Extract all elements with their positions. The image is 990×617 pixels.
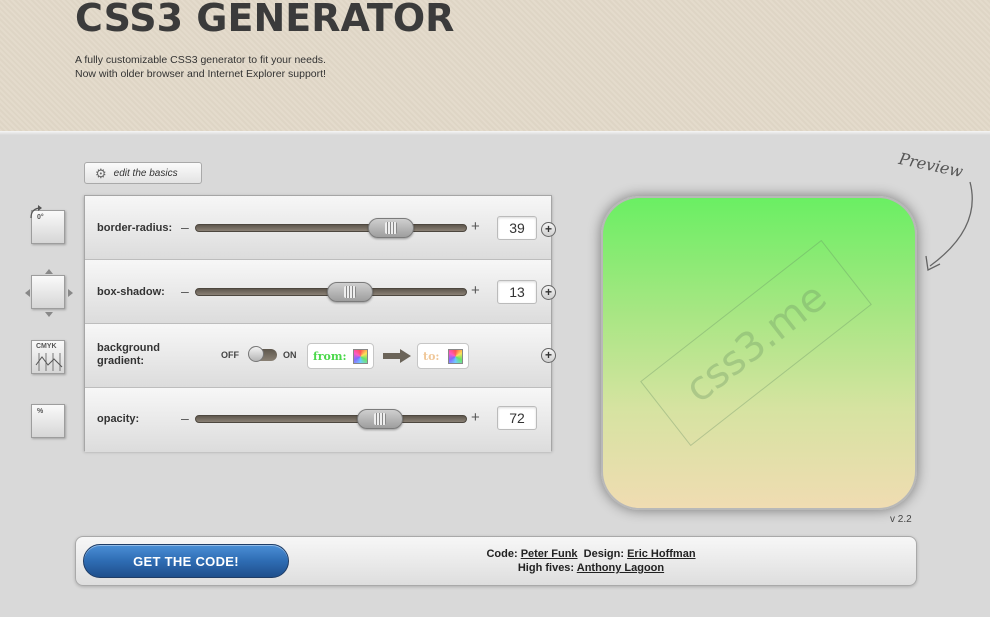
tagline: A fully customizable CSS3 generator to f… bbox=[75, 53, 326, 81]
box-shadow-icon[interactable] bbox=[25, 269, 73, 317]
edit-basics-button[interactable]: ⚙ edit the basics bbox=[84, 162, 202, 184]
box-shadow-row: box-shadow: – + 13 bbox=[85, 260, 551, 324]
gradient-label-line-2: gradient: bbox=[97, 355, 145, 367]
percent-label: % bbox=[37, 408, 44, 415]
highfives-prefix: High fives: bbox=[517, 562, 575, 574]
header: CSS3 GENERATOR A fully customizable CSS3… bbox=[0, 0, 990, 132]
border-radius-slider-track[interactable] bbox=[195, 224, 467, 232]
design-author-link[interactable]: Eric Hoffman bbox=[627, 548, 695, 560]
opacity-slider-handle[interactable] bbox=[356, 409, 403, 429]
page-title: CSS3 GENERATOR bbox=[75, 0, 455, 40]
box-shadow-slider-handle[interactable] bbox=[327, 282, 374, 302]
gear-icon: ⚙ bbox=[95, 165, 107, 181]
preview-box: css3.me bbox=[601, 196, 917, 510]
gradient-expand-button[interactable]: + bbox=[541, 348, 556, 363]
box-shadow-increase[interactable]: + bbox=[471, 282, 480, 299]
tagline-line-1: A fully customizable CSS3 generator to f… bbox=[75, 54, 326, 66]
opacity-slider-track[interactable] bbox=[195, 415, 467, 423]
gradient-sliders-icon bbox=[35, 353, 63, 371]
preview-label: Preview bbox=[897, 149, 965, 182]
tagline-line-2: Now with older browser and Internet Expl… bbox=[75, 68, 326, 80]
version-label: v 2.2 bbox=[890, 514, 912, 525]
border-radius-increase[interactable]: + bbox=[471, 218, 480, 235]
design-prefix: Design: bbox=[583, 548, 625, 560]
background-gradient-row: background gradient: OFF ON from: to: bbox=[85, 324, 551, 388]
color-picker-icon[interactable] bbox=[448, 349, 463, 364]
border-radius-row: border-radius: – + 39 bbox=[85, 196, 551, 260]
border-radius-slider-handle[interactable] bbox=[367, 218, 414, 238]
code-prefix: Code: bbox=[486, 548, 518, 560]
gradient-to-color[interactable]: to: bbox=[417, 343, 469, 369]
gradient-off-label: OFF bbox=[221, 350, 239, 360]
gradient-from-color[interactable]: from: bbox=[307, 343, 374, 369]
gradient-on-label: ON bbox=[283, 350, 297, 360]
opacity-value[interactable]: 72 bbox=[497, 406, 537, 430]
opacity-icon[interactable]: % bbox=[31, 404, 65, 438]
box-shadow-label: box-shadow: bbox=[97, 286, 165, 298]
opacity-label: opacity: bbox=[97, 413, 140, 425]
border-radius-label: border-radius: bbox=[97, 222, 173, 234]
credits-line-1: Code: Peter Funk Design: Eric Hoffman bbox=[396, 547, 786, 561]
gradient-icon[interactable]: CMYK bbox=[31, 340, 65, 374]
edit-basics-label: edit the basics bbox=[113, 167, 178, 179]
gradient-toggle[interactable] bbox=[248, 346, 277, 362]
box-shadow-value[interactable]: 13 bbox=[497, 280, 537, 304]
get-the-code-button[interactable]: GET THE CODE! bbox=[83, 544, 289, 578]
move-arrows-icon bbox=[25, 269, 73, 317]
border-radius-expand-button[interactable]: + bbox=[541, 222, 556, 237]
preview-arrow-icon bbox=[925, 181, 973, 271]
border-radius-decrease[interactable]: – bbox=[181, 219, 189, 235]
box-shadow-decrease[interactable]: – bbox=[181, 283, 189, 299]
code-author-link[interactable]: Peter Funk bbox=[521, 548, 578, 560]
footer: GET THE CODE! Code: Peter Funk Design: E… bbox=[75, 536, 917, 586]
cmyk-label: CMYK bbox=[36, 343, 57, 350]
color-picker-icon[interactable] bbox=[353, 349, 368, 364]
credits: Code: Peter Funk Design: Eric Hoffman Hi… bbox=[396, 547, 786, 575]
border-radius-value[interactable]: 39 bbox=[497, 216, 537, 240]
opacity-increase[interactable]: + bbox=[471, 409, 480, 426]
border-radius-icon[interactable]: 0° bbox=[30, 205, 65, 244]
corner-arrow-icon bbox=[30, 205, 42, 219]
header-divider bbox=[0, 131, 990, 135]
to-label: to: bbox=[423, 349, 440, 363]
opacity-decrease[interactable]: – bbox=[181, 410, 189, 426]
from-label: from: bbox=[313, 349, 347, 363]
background-gradient-label: background gradient: bbox=[97, 342, 160, 368]
watermark: css3.me bbox=[640, 239, 872, 447]
watermark-text: css3.me bbox=[676, 273, 836, 413]
controls-panel: border-radius: – + 39 box-shadow: – + 13… bbox=[84, 195, 552, 452]
credits-line-2: High fives: Anthony Lagoon bbox=[396, 561, 786, 575]
opacity-row: opacity: – + 72 bbox=[85, 388, 551, 452]
gradient-label-line-1: background bbox=[97, 342, 160, 354]
box-shadow-expand-button[interactable]: + bbox=[541, 285, 556, 300]
arrow-right-icon bbox=[383, 349, 411, 363]
gradient-toggle-knob[interactable] bbox=[248, 346, 264, 362]
highfives-author-link[interactable]: Anthony Lagoon bbox=[577, 562, 664, 574]
